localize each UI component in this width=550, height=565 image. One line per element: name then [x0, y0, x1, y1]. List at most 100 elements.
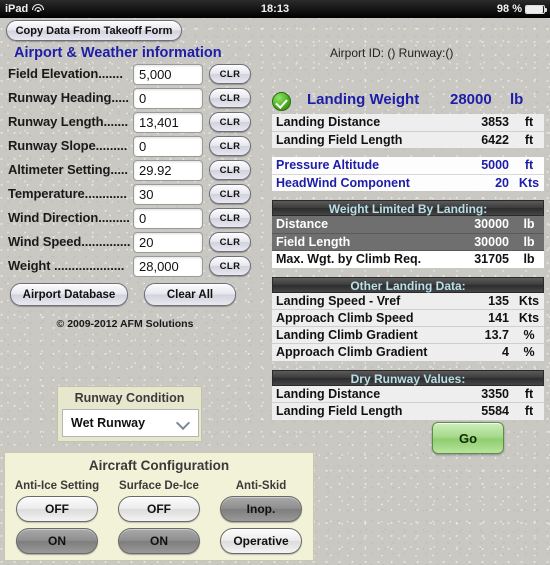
table-row: Landing Distance 3853 ft: [272, 114, 544, 132]
field-input[interactable]: 0: [133, 208, 203, 229]
row-unit: Kts: [514, 292, 544, 310]
chevron-down-icon: [177, 417, 189, 429]
table-row: Landing Speed - Vref 135 Kts: [272, 292, 544, 310]
landing-weight-value: 28000: [450, 91, 492, 108]
config-option-button[interactable]: ON: [118, 528, 200, 554]
form-row: Altimeter Setting..... 29.92 CLR: [8, 160, 251, 182]
row-label: Landing Field Length: [272, 131, 462, 148]
row-unit: Kts: [514, 309, 544, 327]
row-label: Field Length: [272, 233, 462, 251]
row-label: Landing Speed - Vref: [272, 292, 462, 310]
config-group: Surface De-Ice OFF ON: [109, 480, 209, 560]
config-option-button[interactable]: Inop.: [220, 496, 302, 522]
section-header: Other Landing Data:: [272, 276, 544, 293]
field-input[interactable]: 5,000: [133, 64, 203, 85]
config-option-button[interactable]: OFF: [16, 496, 98, 522]
airport-weather-section-title: Airport & Weather information: [14, 45, 222, 61]
copy-data-from-takeoff-form-button[interactable]: Copy Data From Takeoff Form: [6, 20, 182, 41]
row-unit: ft: [514, 385, 544, 403]
row-unit: ft: [514, 402, 544, 420]
clear-field-button[interactable]: CLR: [209, 256, 251, 276]
field-input[interactable]: 30: [133, 184, 203, 205]
field-input[interactable]: 29.92: [133, 160, 203, 181]
airport-database-button[interactable]: Airport Database: [10, 283, 128, 306]
row-value: 141: [462, 309, 514, 327]
field-input[interactable]: 20: [133, 232, 203, 253]
table-row: HeadWind Component 20 Kts: [272, 174, 544, 191]
field-input[interactable]: 0: [133, 88, 203, 109]
config-option-button[interactable]: ON: [16, 528, 98, 554]
table-row: Distance 30000 lb: [272, 216, 544, 234]
airport-id-label: Airport ID: () Runway:(): [330, 46, 454, 60]
runway-condition-panel: Runway Condition Wet Runway: [57, 386, 202, 442]
section-header: Dry Runway Values:: [272, 369, 544, 386]
landing-weight-header: Landing Weight 28000 lb: [272, 90, 544, 114]
field-label: Wind Direction.........: [8, 210, 130, 225]
runway-condition-value: Wet Runway: [71, 416, 146, 430]
field-label: Runway Heading.....: [8, 90, 129, 105]
field-input[interactable]: 13,401: [133, 112, 203, 133]
landing-results-tables: Landing Distance 3853 ft Landing Field Leng…: [272, 114, 544, 420]
clear-field-button[interactable]: CLR: [209, 136, 251, 156]
row-unit: ft: [514, 131, 544, 148]
field-label: Altimeter Setting.....: [8, 162, 128, 177]
form-row: Runway Length....... 13,401 CLR: [8, 112, 251, 134]
clear-field-button[interactable]: CLR: [209, 112, 251, 132]
form-row: Wind Speed.............. 20 CLR: [8, 232, 251, 254]
config-group-label: Surface De-Ice: [119, 480, 199, 492]
clear-all-button[interactable]: Clear All: [144, 283, 236, 306]
clear-field-button[interactable]: CLR: [209, 184, 251, 204]
row-label: Landing Field Length: [272, 402, 462, 420]
field-label: Temperature............: [8, 186, 127, 201]
row-label: Landing Distance: [272, 114, 462, 132]
table-row: Max. Wgt. by Climb Req. 31705 lb: [272, 250, 544, 268]
field-label: Runway Length.......: [8, 114, 129, 129]
row-label: Max. Wgt. by Climb Req.: [272, 250, 462, 268]
results-table: Max. Wgt. by Climb Req. 31705 lb: [272, 250, 544, 268]
battery-icon: [525, 4, 547, 14]
field-input[interactable]: 0: [133, 136, 203, 157]
section-header: Weight Limited By Landing:: [272, 200, 544, 216]
results-table: Pressure Altitude 5000 ft HeadWind Componen…: [272, 157, 544, 191]
aircraft-configuration-panel: Aircraft Configuration Anti-Ice Setting O…: [4, 452, 314, 561]
config-option-button[interactable]: Operative: [220, 528, 302, 554]
clear-field-button[interactable]: CLR: [209, 88, 251, 108]
config-group-label: Anti-Ice Setting: [14, 480, 100, 492]
table-row: Landing Field Length 6422 ft: [272, 131, 544, 148]
landing-results-panel: Landing Weight 28000 lb Landing Distance…: [272, 90, 544, 420]
field-label: Wind Speed..............: [8, 234, 131, 249]
results-table: Landing Distance 3853 ft Landing Field Leng…: [272, 114, 544, 148]
row-label: Approach Climb Speed: [272, 309, 462, 327]
field-label: Weight ....................: [8, 258, 125, 273]
field-input[interactable]: 28,000: [133, 256, 203, 277]
table-row: Field Length 30000 lb: [272, 233, 544, 251]
row-value: 13.7: [462, 326, 514, 344]
check-circle-icon: [272, 92, 291, 111]
table-row: Approach Climb Speed 141 Kts: [272, 309, 544, 327]
row-value: 3350: [462, 385, 514, 403]
clear-field-button[interactable]: CLR: [209, 232, 251, 252]
row-value: 30000: [462, 233, 514, 251]
status-bar-right: 98 %: [497, 3, 547, 15]
status-bar: iPad 18:13 98 %: [0, 0, 550, 18]
clear-field-button[interactable]: CLR: [209, 160, 251, 180]
table-row: Landing Field Length 5584 ft: [272, 402, 544, 420]
config-option-button[interactable]: OFF: [118, 496, 200, 522]
clear-field-button[interactable]: CLR: [209, 208, 251, 228]
config-group: Anti-Skid Inop. Operative: [211, 480, 311, 560]
row-unit: ft: [514, 157, 544, 175]
row-value: 20: [462, 174, 514, 191]
form-row: Runway Slope......... 0 CLR: [8, 136, 251, 158]
form-row: Wind Direction......... 0 CLR: [8, 208, 251, 230]
runway-condition-select[interactable]: Wet Runway: [62, 409, 199, 437]
row-value: 135: [462, 292, 514, 310]
row-label: HeadWind Component: [272, 174, 462, 191]
form-row: Runway Heading..... 0 CLR: [8, 88, 251, 110]
results-table: Landing Speed - Vref 135 Kts Approach Climb…: [272, 292, 544, 361]
runway-condition-title: Runway Condition: [74, 391, 185, 405]
go-button[interactable]: Go: [432, 422, 504, 454]
clear-field-button[interactable]: CLR: [209, 64, 251, 84]
row-value: 5584: [462, 402, 514, 420]
config-group: Anti-Ice Setting OFF ON: [7, 480, 107, 560]
table-row: Landing Climb Gradient 13.7%: [272, 326, 544, 344]
